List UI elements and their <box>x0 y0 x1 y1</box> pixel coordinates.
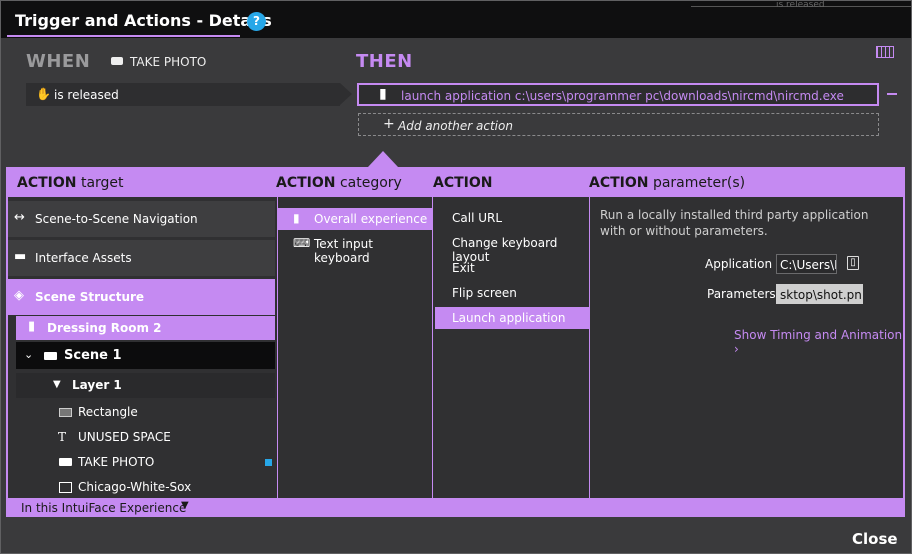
header-target: ACTION target <box>17 175 124 191</box>
experience-icon: ▮ <box>28 319 36 334</box>
add-action-button[interactable]: + Add another action <box>358 113 879 136</box>
chevron-right-icon: › <box>734 342 739 356</box>
category-column: ▮ Overall experience ⌨ Text input keyboa… <box>278 197 432 498</box>
title-underline <box>7 35 240 37</box>
panel-pointer <box>368 151 398 167</box>
background-partial-label: is released <box>776 1 825 9</box>
action-item[interactable]: ▮ launch application c:\users\programmer… <box>357 83 879 106</box>
when-heading: WHEN <box>26 51 91 72</box>
header-category: ACTION category <box>276 175 402 191</box>
remove-action-button[interactable] <box>887 93 897 95</box>
target-scene-navigation[interactable]: ↔ Scene-to-Scene Navigation <box>8 201 275 237</box>
then-heading: THEN <box>356 51 413 72</box>
button-icon <box>59 458 72 466</box>
tree-item[interactable]: Rectangle <box>16 400 275 425</box>
button-icon <box>111 57 123 65</box>
parameters-label: Parameters <box>707 287 776 301</box>
details-window: Trigger and Actions - Details ? is relea… <box>0 0 912 554</box>
target-scene-structure[interactable]: ◈ Scene Structure <box>8 279 275 315</box>
action-change-keyboard-layout[interactable]: Change keyboard layout <box>435 232 589 264</box>
trigger-marker <box>265 459 272 466</box>
header-action: ACTION <box>433 175 493 191</box>
file-browse-icon[interactable]: ▯ <box>847 256 859 270</box>
navigation-arrows-icon: ↔ <box>14 210 25 225</box>
grid-view-icon[interactable] <box>876 46 894 58</box>
application-input[interactable]: C:\Users\P <box>776 254 837 274</box>
experience-icon: ▮ <box>379 86 387 102</box>
action-description: Run a locally installed third party appl… <box>600 208 869 238</box>
plus-icon: + <box>383 116 395 132</box>
add-action-label: Add another action <box>398 119 513 133</box>
trigger-source-label: TAKE PHOTO <box>130 55 207 69</box>
image-icon <box>59 482 72 493</box>
tree-layer[interactable]: ▼ Layer 1 <box>16 373 275 398</box>
action-item-label: launch application c:\users\programmer p… <box>401 89 844 103</box>
chevron-down-icon[interactable]: ⌄ <box>24 348 33 361</box>
title-bar: Trigger and Actions - Details ? is relea… <box>1 1 911 38</box>
chevron-down-icon: ▼ <box>181 500 189 511</box>
hand-icon: ✋ <box>36 87 51 101</box>
experience-icon: ▮ <box>293 211 300 225</box>
help-button[interactable]: ? <box>247 12 266 31</box>
action-call-url[interactable]: Call URL <box>435 207 589 229</box>
layers-icon: ◈ <box>14 288 24 303</box>
trigger-event-label: is released <box>54 88 119 102</box>
trigger-source[interactable]: TAKE PHOTO <box>111 55 206 69</box>
tree-experience[interactable]: ▮ Dressing Room 2 <box>16 316 275 340</box>
action-panel: ACTION target ACTION category ACTION ACT… <box>6 167 905 517</box>
scope-label: In this IntuiFace Experience <box>21 501 187 515</box>
target-column: ↔ Scene-to-Scene Navigation ▬ Interface … <box>8 197 277 498</box>
assets-icon: ▬ <box>14 249 27 264</box>
category-overall-experience[interactable]: ▮ Overall experience <box>278 208 432 230</box>
tree-item[interactable]: TAKE PHOTO <box>16 450 275 475</box>
rectangle-icon <box>59 408 72 417</box>
parameters-column: Run a locally installed third party appl… <box>590 197 903 498</box>
tree-item[interactable]: T UNUSED SPACE <box>16 425 275 450</box>
panel-header: ACTION target ACTION category ACTION ACT… <box>6 167 905 197</box>
category-text-input-keyboard[interactable]: ⌨ Text input keyboard <box>278 233 432 265</box>
tree-item[interactable]: Chicago-White-Sox <box>16 475 275 500</box>
triangle-down-icon[interactable]: ▼ <box>53 379 61 390</box>
target-interface-assets[interactable]: ▬ Interface Assets <box>8 240 275 276</box>
action-column: Call URL Change keyboard layout Exit Fli… <box>433 197 589 498</box>
show-timing-link[interactable]: Show Timing and Animation › <box>734 328 903 356</box>
header-parameters: ACTION parameter(s) <box>589 175 746 191</box>
parameters-input[interactable]: sktop\shot.png" <box>776 284 863 304</box>
action-flip-screen[interactable]: Flip screen <box>435 282 589 304</box>
tree-scene[interactable]: ⌄ Scene 1 <box>16 342 275 369</box>
action-launch-application[interactable]: Launch application <box>435 307 589 329</box>
window-title: Trigger and Actions - Details <box>15 11 272 30</box>
keyboard-icon: ⌨ <box>293 236 311 250</box>
scope-selector[interactable]: In this IntuiFace Experience ▼ <box>6 498 905 517</box>
application-label: Application <box>705 257 773 271</box>
scene-icon <box>44 352 57 360</box>
text-icon: T <box>58 430 67 444</box>
action-exit[interactable]: Exit <box>435 257 589 279</box>
close-button[interactable]: Close <box>852 530 898 548</box>
trigger-event[interactable]: ✋ is released <box>26 83 352 106</box>
